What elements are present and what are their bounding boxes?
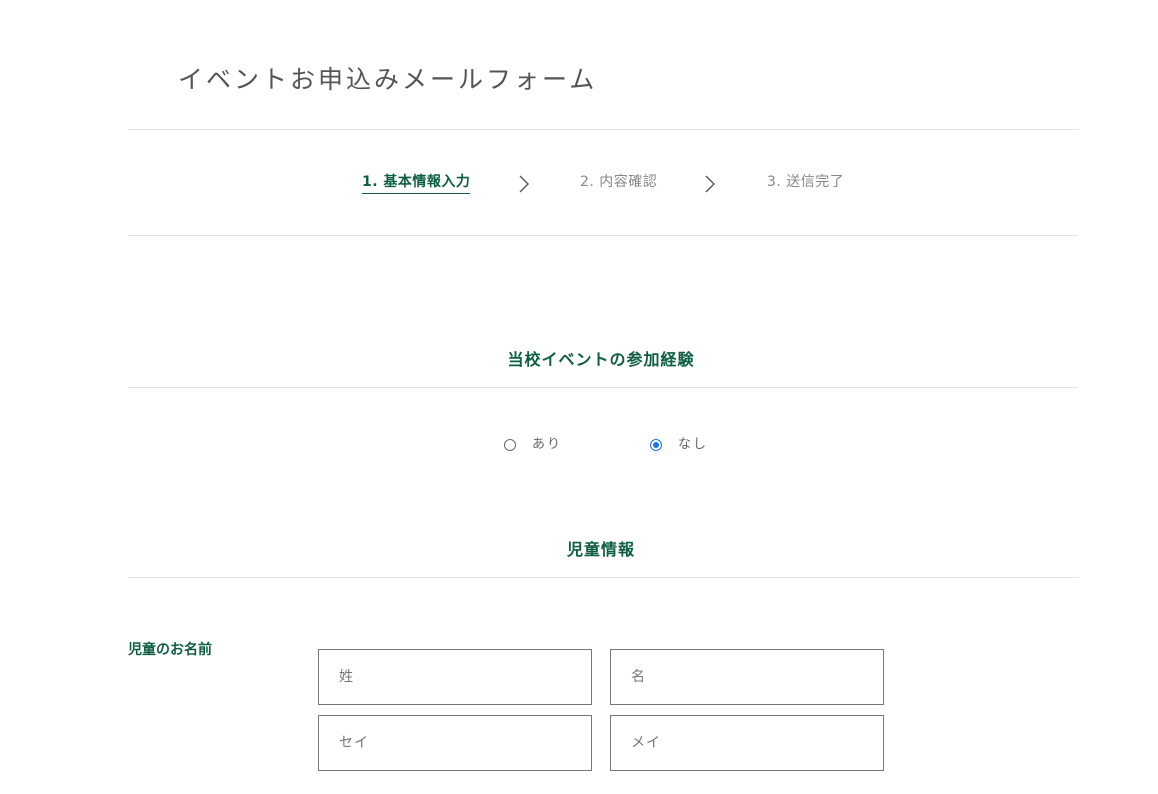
step-complete: 3. 送信完了 xyxy=(767,174,845,190)
first-name-kana-input[interactable] xyxy=(610,715,884,771)
step-confirm: 2. 内容確認 xyxy=(580,174,658,190)
radio-label-no: なし xyxy=(678,437,709,452)
header-divider xyxy=(128,129,1078,130)
first-name-input[interactable] xyxy=(610,649,884,705)
child-name-label: 児童のお名前 xyxy=(128,642,212,658)
section-title-experience: 当校イベントの参加経験 xyxy=(507,350,695,369)
radio-label-yes: あり xyxy=(532,437,563,452)
radio-button-yes[interactable] xyxy=(504,439,516,451)
step-basic-info: 1. 基本情報入力 xyxy=(362,172,471,194)
chevron-right-icon xyxy=(519,175,529,193)
section-divider xyxy=(128,577,1078,578)
section-divider xyxy=(128,387,1078,388)
step-indicator: 1. 基本情報入力 2. 内容確認 3. 送信完了 xyxy=(0,170,1158,198)
radio-button-no[interactable] xyxy=(650,439,662,451)
last-name-kana-input[interactable] xyxy=(318,715,592,771)
radio-option-yes[interactable]: あり xyxy=(504,434,562,456)
radio-option-no[interactable]: なし xyxy=(650,434,708,456)
section-title-child-info: 児童情報 xyxy=(566,540,635,559)
last-name-input[interactable] xyxy=(318,649,592,705)
page-title: イベントお申込みメールフォーム xyxy=(178,65,598,94)
steps-divider xyxy=(128,235,1078,236)
chevron-right-icon xyxy=(705,175,715,193)
